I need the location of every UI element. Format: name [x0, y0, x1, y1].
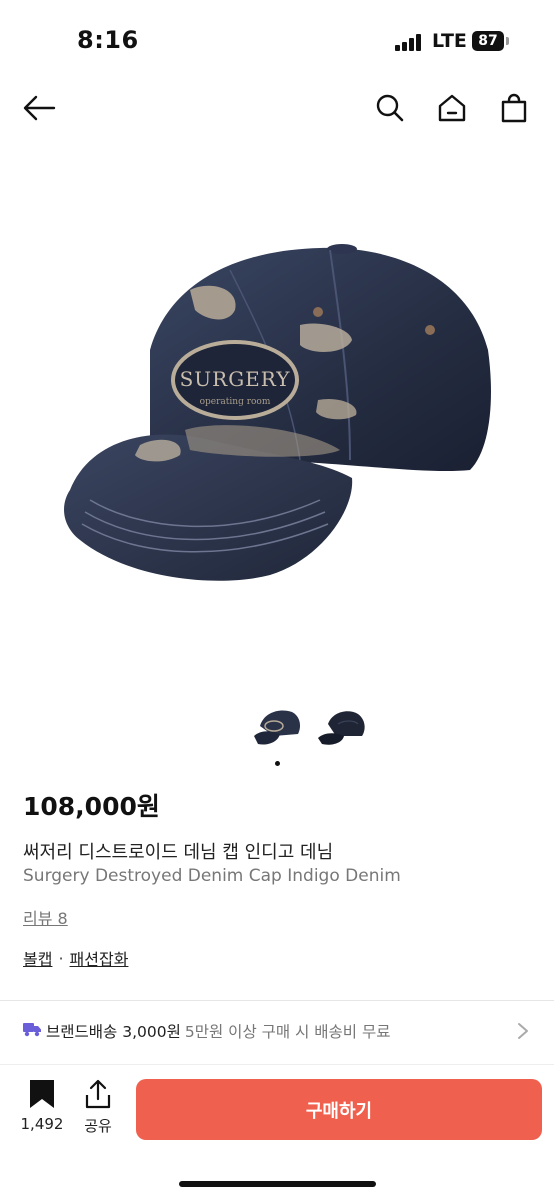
truck-icon — [23, 1023, 41, 1037]
shipping-row[interactable]: 브랜드배송 3,000원 5만원 이상 구매 시 배송비 무료 — [0, 1001, 554, 1061]
product-image[interactable]: SURGERY operating room — [0, 160, 554, 680]
cap-image: SURGERY operating room — [64, 244, 491, 581]
wishlist-button[interactable]: 1,492 — [16, 1079, 68, 1139]
nav-bar — [0, 84, 554, 132]
category-link-2[interactable]: 패션잡화 — [70, 946, 129, 970]
category-breadcrumb: 볼캡 · 패션잡화 — [23, 946, 128, 970]
share-icon — [85, 1079, 111, 1109]
home-icon — [438, 94, 466, 122]
shipping-main: 브랜드배송 3,000원 — [46, 1023, 181, 1041]
thumbnail-strip — [0, 704, 554, 750]
battery-tip — [506, 37, 509, 45]
back-button[interactable] — [21, 90, 57, 126]
svg-text:operating room: operating room — [200, 397, 271, 407]
category-separator: · — [58, 948, 64, 968]
buy-button[interactable]: 구매하기 — [136, 1079, 542, 1140]
bookmark-icon — [30, 1080, 54, 1108]
product-name-kr: 써저리 디스트로이드 데님 캡 인디고 데님 — [23, 842, 334, 863]
network-label: LTE — [432, 30, 467, 52]
svg-text:SURGERY: SURGERY — [180, 367, 291, 391]
signal-icon — [395, 33, 423, 51]
search-icon — [376, 94, 404, 122]
home-indicator — [179, 1181, 376, 1187]
status-time: 8:16 — [77, 26, 139, 54]
thumbnail-2[interactable] — [314, 704, 368, 750]
arrow-left-icon — [23, 95, 56, 121]
chevron-right-icon — [518, 1023, 528, 1039]
category-link-1[interactable]: 볼캡 — [23, 946, 52, 970]
share-button[interactable]: 공유 — [78, 1079, 118, 1139]
wishlist-count: 1,492 — [20, 1115, 64, 1133]
search-button[interactable] — [372, 90, 408, 126]
carousel-indicator — [275, 761, 280, 766]
status-bar: 8:16 LTE 87 — [0, 0, 554, 84]
reviews-link[interactable]: 리뷰 8 — [23, 905, 68, 929]
home-button[interactable] — [434, 90, 470, 126]
bag-button[interactable] — [496, 90, 532, 126]
shipping-sub: 5만원 이상 구매 시 배송비 무료 — [184, 1023, 391, 1041]
share-label: 공유 — [84, 1117, 112, 1135]
bottom-action-bar: 1,492 공유 구매하기 — [0, 1065, 554, 1155]
product-name-en: Surgery Destroyed Denim Cap Indigo Denim — [23, 866, 401, 886]
shipping-text: 브랜드배송 3,000원 5만원 이상 구매 시 배송비 무료 — [46, 1020, 391, 1042]
product-price: 108,000원 — [23, 792, 160, 821]
thumbnail-1[interactable] — [250, 704, 304, 750]
shopping-bag-icon — [501, 93, 527, 123]
battery-icon: 87 — [472, 31, 504, 51]
